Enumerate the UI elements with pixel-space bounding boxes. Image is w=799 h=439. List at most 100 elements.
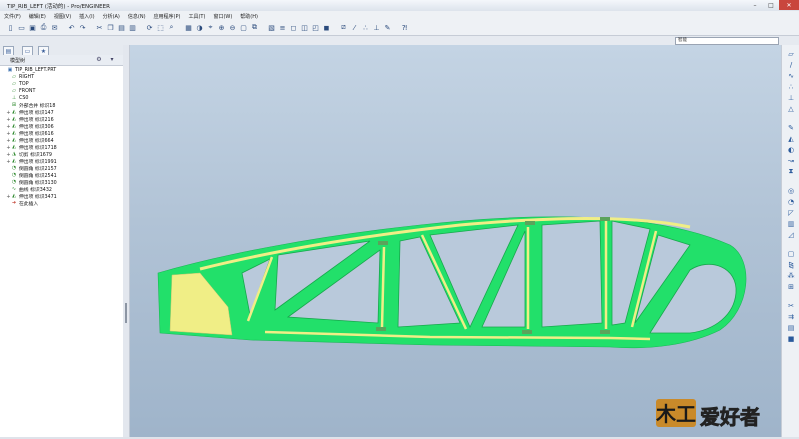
csys-icon[interactable]: ⊥ — [786, 93, 796, 102]
select-icon[interactable]: ⬚ — [156, 23, 165, 32]
csys-icon[interactable]: ⊥ — [372, 23, 381, 32]
help-icon[interactable]: ⁈ — [400, 23, 409, 32]
datum-plane-icon[interactable]: ⧄ — [339, 23, 348, 32]
datum-axis-icon[interactable]: ⁄ — [350, 23, 359, 32]
show-menu-icon[interactable]: ▾ — [108, 56, 116, 63]
annotation-icon[interactable]: ✎ — [383, 23, 392, 32]
solidify-icon[interactable]: ■ — [786, 334, 796, 343]
menu-help[interactable]: 帮助(H) — [236, 13, 262, 20]
tree-item[interactable]: ▱ RIGHT — [0, 74, 123, 81]
tree-item[interactable]: + ◭ 伸出项 标识216 — [0, 116, 123, 124]
menu-file[interactable]: 文件(F) — [0, 13, 25, 20]
revolve-icon[interactable]: ◐ — [786, 145, 796, 154]
paste-special-icon[interactable]: ▥ — [128, 23, 137, 32]
tree-item[interactable]: ◔ 倒圆角 标识2541 — [0, 172, 123, 180]
tree-item[interactable]: ◔ 倒圆角 标识3130 — [0, 179, 123, 187]
thicken-icon[interactable]: ▤ — [786, 323, 796, 332]
hole-icon[interactable]: ◎ — [786, 186, 796, 195]
datum-axis-icon[interactable]: / — [786, 60, 796, 69]
tree-item[interactable]: + ◭ 伸出项 标识1718 — [0, 144, 123, 152]
menu-insert[interactable]: 插入(I) — [75, 13, 98, 20]
tree-item[interactable]: + ◭ 伸出项 标识1991 — [0, 158, 123, 166]
tree-item[interactable]: ▣ TIP_RIB_LEFT.PRT — [0, 67, 123, 74]
mirror-icon[interactable]: ⧎ — [786, 260, 796, 269]
zoom-out-icon[interactable]: ⊖ — [228, 23, 237, 32]
tree-item[interactable]: ◔ 倒圆角 标识2157 — [0, 165, 123, 173]
menu-edit[interactable]: 编辑(E) — [25, 13, 50, 20]
refit-icon[interactable]: ▢ — [239, 23, 248, 32]
tree-item[interactable]: ⊞ 外部合并 标识18 — [0, 102, 123, 110]
datum-plane-icon[interactable]: ▱ — [786, 49, 796, 58]
tree-item[interactable]: ➜ 在此插入 — [0, 200, 123, 208]
cut-icon[interactable]: ✂ — [95, 23, 104, 32]
rib-icon[interactable]: ▥ — [786, 219, 796, 228]
tree-item-label: 伸出项 标识664 — [19, 139, 54, 144]
undo-icon[interactable]: ↶ — [67, 23, 76, 32]
print-icon[interactable]: ⎙ — [39, 23, 48, 32]
tree-item[interactable]: ∿ 曲线 标识3432 — [0, 186, 123, 194]
layers-icon[interactable]: ≡ — [278, 23, 287, 32]
offset-icon[interactable]: ⇉ — [786, 312, 796, 321]
paste-icon[interactable]: ▤ — [117, 23, 126, 32]
rib-part-model[interactable] — [130, 45, 781, 437]
maximize-button[interactable]: □ — [763, 0, 779, 10]
tree-item[interactable]: ⊥ CS0 — [0, 95, 123, 102]
tree-item[interactable]: + ◭ 伸出项 标识306 — [0, 123, 123, 131]
hidden-line-icon[interactable]: ◫ — [300, 23, 309, 32]
orient-icon[interactable]: ⌖ — [206, 23, 215, 32]
shade-icon[interactable]: ◑ — [195, 23, 204, 32]
tree-item[interactable]: + ◭ 伸出项 标识147 — [0, 109, 123, 117]
shading-icon[interactable]: ◼ — [322, 23, 331, 32]
new-icon[interactable]: ▯ — [6, 23, 15, 32]
copy-icon[interactable]: ❐ — [106, 23, 115, 32]
tree-item[interactable]: + ◮ 切剪 标识1679 — [0, 151, 123, 159]
panel-splitter[interactable] — [123, 45, 130, 437]
regenerate-icon[interactable]: ⟳ — [145, 23, 154, 32]
trim-icon[interactable]: ✂ — [786, 301, 796, 310]
menu-analysis[interactable]: 分析(A) — [99, 13, 124, 20]
redo-icon[interactable]: ↷ — [78, 23, 87, 32]
menu-tools[interactable]: 工具(T) — [184, 13, 209, 20]
datum-point-icon[interactable]: ∴ — [361, 23, 370, 32]
tree-item[interactable]: ▱ TOP — [0, 81, 123, 88]
datum-point-icon[interactable]: ∴ — [786, 82, 796, 91]
merge-icon[interactable]: ⊞ — [786, 282, 796, 291]
round-icon[interactable]: ◔ — [786, 197, 796, 206]
save-icon[interactable]: ▣ — [28, 23, 37, 32]
blend-icon[interactable]: ⧗ — [786, 167, 796, 176]
analysis-icon[interactable]: △ — [786, 104, 796, 113]
graphics-viewport[interactable] — [130, 45, 781, 437]
draft-icon[interactable]: ◿ — [786, 230, 796, 239]
model-tree-title: 模型树 — [10, 58, 26, 64]
menu-applications[interactable]: 应用程序(P) — [150, 13, 185, 20]
no-hidden-icon[interactable]: ◰ — [311, 23, 320, 32]
open-icon[interactable]: ▭ — [17, 23, 26, 32]
extrude-icon[interactable]: ◭ — [786, 134, 796, 143]
selection-filter-dropdown[interactable]: 智能 — [675, 37, 779, 45]
tree-item[interactable]: + ◭ 伸出项 标识664 — [0, 137, 123, 145]
email-icon[interactable]: ✉ — [50, 23, 59, 32]
shell-icon[interactable]: ▢ — [786, 249, 796, 258]
menu-window[interactable]: 窗口(W) — [209, 13, 236, 20]
sweep-icon[interactable]: ↝ — [786, 156, 796, 165]
tree-item[interactable]: + ◭ 伸出项 标识616 — [0, 130, 123, 138]
find-icon[interactable]: ⌕ — [167, 23, 176, 32]
view-manager-icon[interactable]: ⧉ — [250, 23, 259, 32]
datum-curve-icon[interactable]: ∿ — [786, 71, 796, 80]
repaint-icon[interactable]: ▦ — [184, 23, 193, 32]
zoom-in-icon[interactable]: ⊕ — [217, 23, 226, 32]
sketch-icon[interactable]: ✎ — [786, 123, 796, 132]
tree-item-label: 伸出项 标识3471 — [19, 195, 57, 200]
chamfer-icon[interactable]: ◸ — [786, 208, 796, 217]
tree-item[interactable]: + ◭ 伸出项 标识3471 — [0, 193, 123, 201]
minimize-button[interactable]: – — [747, 0, 763, 10]
menu-info[interactable]: 信息(N) — [124, 13, 150, 20]
close-button[interactable]: ✕ — [779, 0, 799, 10]
splitter-grip-icon[interactable] — [125, 303, 127, 323]
wireframe-icon[interactable]: ◻ — [289, 23, 298, 32]
settings-icon[interactable]: ⚙ — [95, 56, 103, 63]
menu-view[interactable]: 视图(V) — [50, 13, 75, 20]
saved-views-icon[interactable]: ▧ — [267, 23, 276, 32]
tree-item[interactable]: ▱ FRONT — [0, 88, 123, 95]
pattern-icon[interactable]: ⁂ — [786, 271, 796, 280]
